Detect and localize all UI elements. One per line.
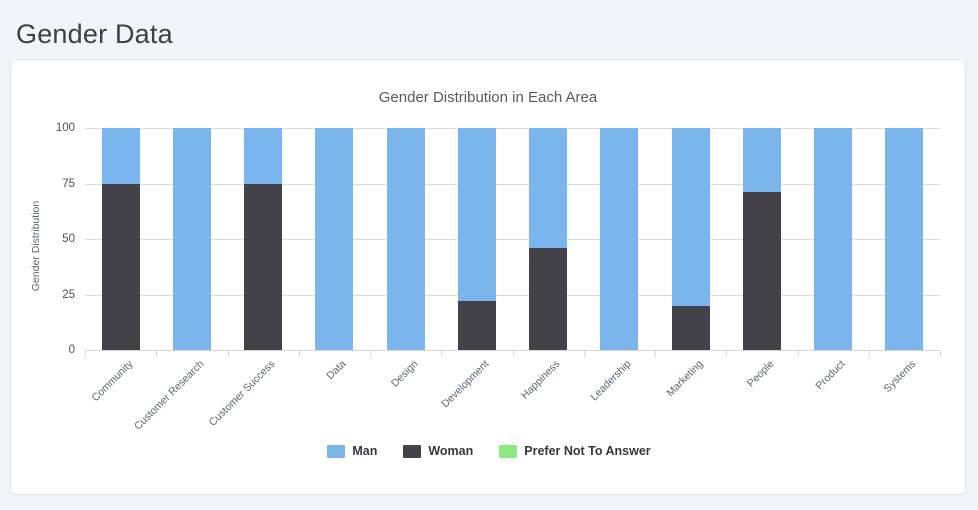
x-tick bbox=[156, 351, 158, 357]
x-tick-label: People bbox=[744, 358, 777, 390]
bar-segment-woman[interactable] bbox=[457, 301, 496, 350]
y-tick-label: 0 bbox=[68, 344, 75, 356]
bar-segment-woman[interactable] bbox=[742, 192, 781, 350]
bar-segment-woman[interactable] bbox=[244, 183, 283, 350]
bar-slot bbox=[299, 128, 370, 350]
bar-stack[interactable] bbox=[101, 128, 140, 350]
bar-slot bbox=[156, 128, 227, 350]
bar-slot bbox=[85, 128, 156, 350]
bar-slot bbox=[228, 128, 299, 350]
bar-slot bbox=[726, 128, 797, 350]
bar-slot bbox=[869, 128, 940, 350]
bar-slot bbox=[584, 128, 655, 350]
chart-plot: Gender Distribution 0 25 50 75 100 Community… bbox=[11, 60, 967, 496]
y-tick-label: 75 bbox=[62, 177, 75, 190]
bar-stack[interactable] bbox=[315, 128, 354, 350]
bar-segment-man[interactable] bbox=[315, 128, 354, 350]
x-tick bbox=[868, 351, 870, 357]
bar-stack[interactable] bbox=[457, 128, 496, 350]
bar-segment-man[interactable] bbox=[101, 128, 140, 184]
chart-legend: Man Woman Prefer Not To Answer bbox=[11, 444, 967, 458]
legend-item[interactable]: Man bbox=[327, 444, 377, 458]
legend-item[interactable]: Prefer Not To Answer bbox=[499, 444, 651, 458]
x-tick-label: Systems bbox=[881, 358, 919, 395]
bar-segment-man[interactable] bbox=[386, 128, 425, 350]
x-tick-label: Leadership bbox=[588, 358, 634, 404]
bar-segment-woman[interactable] bbox=[529, 247, 568, 350]
x-tick bbox=[940, 351, 941, 357]
legend-swatch-woman bbox=[403, 444, 422, 458]
bar-segment-man[interactable] bbox=[814, 128, 853, 350]
bar-group bbox=[85, 128, 940, 350]
bar-slot bbox=[513, 128, 584, 350]
x-tick-label: Design bbox=[388, 358, 421, 390]
bar-segment-man[interactable] bbox=[529, 128, 568, 248]
x-tick bbox=[726, 351, 728, 357]
x-tick bbox=[370, 351, 371, 357]
bar-slot bbox=[798, 128, 869, 350]
bar-slot bbox=[370, 128, 441, 350]
bar-slot bbox=[441, 128, 512, 350]
x-tick bbox=[655, 351, 656, 357]
bar-segment-man[interactable] bbox=[742, 128, 781, 193]
legend-label: Man bbox=[352, 444, 378, 458]
bar-segment-man[interactable] bbox=[671, 128, 710, 306]
bar-segment-man[interactable] bbox=[172, 128, 211, 350]
x-tick-label: Development bbox=[439, 358, 492, 411]
bar-segment-woman[interactable] bbox=[671, 305, 710, 350]
page-title: Gender Data bbox=[16, 19, 173, 49]
y-tick-label: 100 bbox=[55, 122, 75, 134]
legend-swatch-prefer-not-to-answer bbox=[499, 444, 518, 458]
legend-swatch-man bbox=[327, 444, 346, 458]
x-tick bbox=[583, 351, 585, 357]
bar-segment-man[interactable] bbox=[244, 128, 283, 184]
chart-card: Gender Distribution in Each Area Gender … bbox=[10, 59, 966, 495]
x-tick-label: Customer Research bbox=[131, 358, 207, 433]
bar-segment-woman[interactable] bbox=[101, 183, 140, 350]
x-tick-label: Product bbox=[813, 358, 848, 393]
legend-label: Prefer Not To Answer bbox=[524, 444, 651, 458]
y-axis-ticks: 0 25 50 75 100 bbox=[31, 60, 75, 496]
plot-area bbox=[85, 128, 940, 351]
x-tick-label: Marketing bbox=[664, 358, 706, 400]
bar-stack[interactable] bbox=[172, 128, 211, 350]
bar-stack[interactable] bbox=[600, 128, 639, 350]
bar-stack[interactable] bbox=[244, 128, 283, 350]
x-tick bbox=[441, 351, 443, 357]
y-tick-label: 50 bbox=[62, 233, 75, 245]
x-tick bbox=[797, 351, 799, 357]
x-tick bbox=[298, 351, 300, 357]
bar-segment-man[interactable] bbox=[885, 128, 924, 350]
x-tick-label: Happiness bbox=[519, 358, 563, 402]
bar-slot bbox=[655, 128, 726, 350]
bar-segment-man[interactable] bbox=[600, 128, 639, 350]
legend-label: Woman bbox=[428, 444, 474, 458]
x-tick-label: Data bbox=[324, 358, 349, 383]
x-tick bbox=[512, 351, 514, 357]
bar-stack[interactable] bbox=[671, 128, 710, 350]
x-tick-label: Community bbox=[89, 358, 136, 405]
bar-stack[interactable] bbox=[885, 128, 924, 350]
bar-stack[interactable] bbox=[742, 128, 781, 350]
legend-item[interactable]: Woman bbox=[403, 444, 473, 458]
x-tick bbox=[227, 351, 229, 357]
x-tick bbox=[85, 351, 86, 357]
bar-stack[interactable] bbox=[529, 128, 568, 350]
bar-stack[interactable] bbox=[814, 128, 853, 350]
bar-stack[interactable] bbox=[386, 128, 425, 350]
x-tick-label: Customer Success bbox=[206, 358, 278, 429]
bar-segment-man[interactable] bbox=[457, 128, 496, 302]
y-tick-label: 25 bbox=[62, 288, 75, 301]
